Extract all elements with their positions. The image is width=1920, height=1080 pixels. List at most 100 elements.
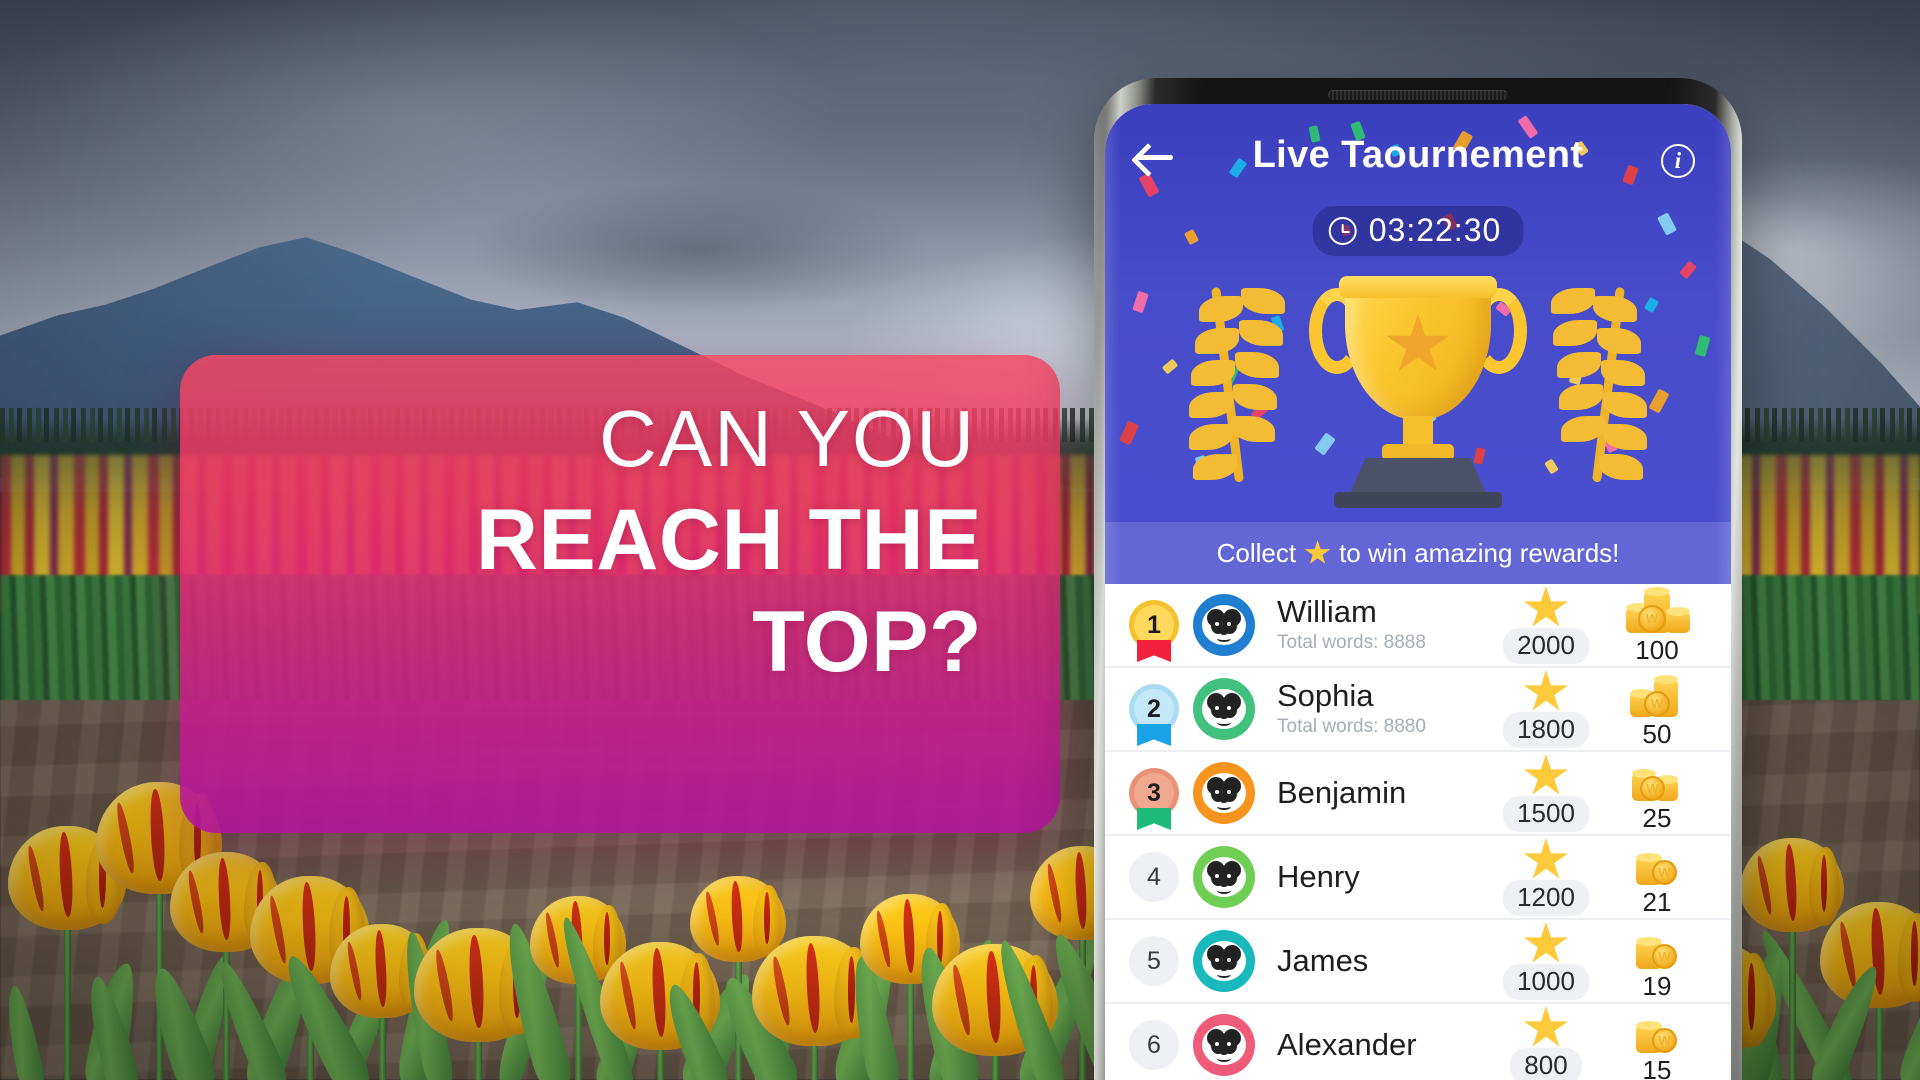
coins-cell: W 15 <box>1605 1005 1709 1080</box>
coin-count: 50 <box>1642 718 1672 749</box>
score-cell: 2000 <box>1487 586 1605 664</box>
tulip-flower <box>1740 838 1844 932</box>
timer-value: 03:22:30 <box>1368 212 1502 248</box>
coin-icon: W <box>1618 837 1696 885</box>
rank-number: 5 <box>1129 936 1179 986</box>
score-cell: 1200 <box>1487 838 1605 916</box>
rank-cell: 2 <box>1123 684 1185 746</box>
coin-count: 19 <box>1642 970 1672 1001</box>
leaderboard-list: 1 William Total words: 8888 2000 W 100 2 Sophia… <box>1105 584 1731 1080</box>
coins-cell: W 21 <box>1605 837 1709 918</box>
score-cell: 1800 <box>1487 670 1605 748</box>
star-icon <box>1304 540 1331 564</box>
coin-count: 21 <box>1642 886 1672 917</box>
avatar <box>1193 930 1255 992</box>
coin-count: 100 <box>1635 634 1679 665</box>
coins-cell: W 100 <box>1605 585 1709 666</box>
app-header: Live Taournement i <box>1105 104 1731 220</box>
avatar <box>1193 1014 1255 1076</box>
medal-ribbon-icon <box>1137 724 1171 746</box>
hero-footer-suffix: to win amazing rewards! <box>1339 537 1620 568</box>
player-name: Henry <box>1277 858 1360 894</box>
player-info: James <box>1255 942 1487 978</box>
table-row[interactable]: 5 James 1000 W 19 <box>1105 920 1731 1004</box>
rank-number: 1 <box>1147 610 1161 639</box>
score-value: 1500 <box>1503 796 1589 832</box>
promo-line-1: CAN YOU <box>598 394 976 483</box>
score-value: 1800 <box>1503 712 1589 748</box>
coin-count: 15 <box>1642 1054 1672 1080</box>
player-subtitle: Total words: 8888 <box>1277 632 1426 654</box>
promo-line-2: REACH THE <box>475 492 982 588</box>
rank-cell: 3 <box>1123 768 1185 830</box>
rank-number: 6 <box>1129 1020 1179 1070</box>
laurel-right-icon <box>1533 280 1653 490</box>
player-info: William Total words: 8888 <box>1255 593 1487 655</box>
table-row[interactable]: 1 William Total words: 8888 2000 W 100 <box>1105 584 1731 668</box>
star-icon <box>1523 670 1569 711</box>
player-name: Benjamin <box>1277 774 1407 810</box>
star-icon <box>1523 586 1569 627</box>
coin-icon: W <box>1618 585 1696 633</box>
player-subtitle: Total words: 8880 <box>1277 716 1426 738</box>
score-value: 1200 <box>1503 880 1589 916</box>
trophy-illustration <box>1183 256 1653 516</box>
rank-cell: 1 <box>1123 600 1185 662</box>
trophy-cup-icon <box>1309 262 1527 510</box>
score-value: 800 <box>1510 1048 1582 1080</box>
rank-number: 3 <box>1147 778 1161 807</box>
player-info: Sophia Total words: 8880 <box>1255 677 1487 739</box>
coin-icon: W <box>1618 669 1696 717</box>
phone-earpiece <box>1328 90 1508 100</box>
phone-mockup: Live Taournement i 03:22:30 Collect to w… <box>1094 78 1742 1080</box>
rank-cell: 4 <box>1123 852 1185 902</box>
phone-screen: Live Taournement i 03:22:30 Collect to w… <box>1105 104 1731 1080</box>
score-value: 1000 <box>1503 964 1589 1000</box>
player-info: Alexander <box>1255 1026 1487 1062</box>
star-icon <box>1523 1006 1569 1047</box>
coin-icon: W <box>1618 1005 1696 1053</box>
rank-cell: 6 <box>1123 1020 1185 1070</box>
promo-panel: CAN YOU REACH THE TOP? <box>180 355 1060 833</box>
coin-icon: W <box>1618 921 1696 969</box>
promo-text: CAN YOU REACH THE TOP? <box>262 399 982 691</box>
page-title: Live Taournement <box>1252 134 1584 176</box>
coin-icon: W <box>1618 753 1696 801</box>
player-name: James <box>1277 942 1369 978</box>
table-row[interactable]: 6 Alexander 800 W 15 <box>1105 1004 1731 1080</box>
player-info: Henry <box>1255 858 1487 894</box>
countdown-timer: 03:22:30 <box>1312 206 1524 256</box>
avatar <box>1193 678 1255 740</box>
coins-cell: W 19 <box>1605 921 1709 1002</box>
medal-ribbon-icon <box>1137 808 1171 830</box>
avatar <box>1193 846 1255 908</box>
hero-footer-banner: Collect to win amazing rewards! <box>1105 522 1731 584</box>
star-icon <box>1523 754 1569 795</box>
score-value: 2000 <box>1503 628 1589 664</box>
coin-count: 25 <box>1642 802 1672 833</box>
medal-ribbon-icon <box>1137 640 1171 662</box>
score-cell: 800 <box>1487 1006 1605 1080</box>
player-info: Benjamin <box>1255 774 1487 810</box>
info-circle-icon[interactable]: i <box>1661 144 1695 178</box>
rank-cell: 5 <box>1123 936 1185 986</box>
promo-line-3: TOP? <box>752 594 982 691</box>
star-icon <box>1523 922 1569 963</box>
table-row[interactable]: 2 Sophia Total words: 8880 1800 W 50 <box>1105 668 1731 752</box>
avatar <box>1193 594 1255 656</box>
player-name: Sophia <box>1277 677 1374 713</box>
tournament-hero: Live Taournement i 03:22:30 Collect to w… <box>1105 104 1731 584</box>
rank-number: 2 <box>1147 694 1161 723</box>
star-icon <box>1523 838 1569 879</box>
rank-number: 4 <box>1129 852 1179 902</box>
table-row[interactable]: 4 Henry 1200 W 21 <box>1105 836 1731 920</box>
coins-cell: W 25 <box>1605 753 1709 834</box>
hero-footer-prefix: Collect <box>1216 537 1297 568</box>
coins-cell: W 50 <box>1605 669 1709 750</box>
player-name: William <box>1277 593 1377 629</box>
player-name: Alexander <box>1277 1026 1417 1062</box>
table-row[interactable]: 3 Benjamin 1500 W 25 <box>1105 752 1731 836</box>
laurel-left-icon <box>1183 280 1303 490</box>
score-cell: 1000 <box>1487 922 1605 1000</box>
avatar <box>1193 762 1255 824</box>
